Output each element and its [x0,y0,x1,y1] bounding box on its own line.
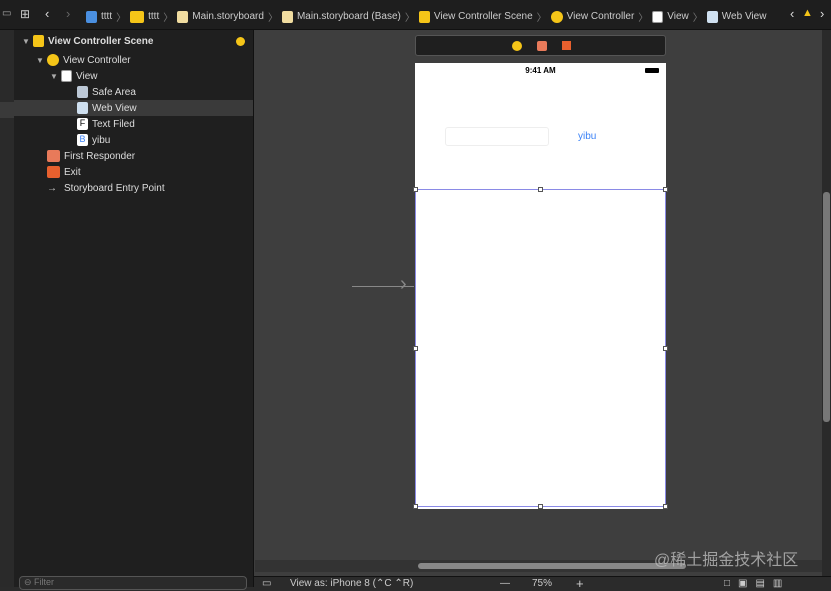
watermark: @稀土掘金技术社区 [654,552,799,569]
safe-area-icon [77,86,88,98]
outline-item-text-field[interactable]: F Text Filed [14,116,253,132]
breadcrumb-item[interactable]: View Controller [567,11,635,22]
outline-item-view-controller[interactable]: ▼ View Controller [14,52,253,68]
comment-icon[interactable]: ▭ [2,8,11,19]
next-issue-button[interactable]: › [820,6,824,21]
breadcrumb-item[interactable]: View Controller Scene [434,11,533,22]
outline-item-scene[interactable]: ▼ View Controller Scene [14,33,253,49]
resize-handle[interactable] [413,187,418,192]
breadcrumb: tttt 〉 tttt 〉 Main.storyboard 〉 Main.storyb… [86,9,766,24]
resize-handle[interactable] [413,346,418,351]
resize-handle[interactable] [538,504,543,509]
outline-label: View Controller [63,54,131,66]
arrow-right-icon: › [400,273,407,295]
outline-label: Storyboard Entry Point [64,182,165,194]
previous-issue-button[interactable]: ‹ [790,6,794,21]
layout-tools-icon[interactable]: □▣▤▥ [724,578,790,589]
folder-icon [130,10,145,23]
outline-label: Exit [64,166,81,178]
resize-handle[interactable] [413,504,418,509]
yibu-button[interactable]: yibu [578,131,596,142]
breadcrumb-item[interactable]: tttt [148,11,159,22]
filter-input[interactable]: ⊖ Filter [19,576,247,590]
vertical-scrollbar[interactable] [822,30,831,587]
filter-placeholder: Filter [34,577,55,587]
warning-icon[interactable]: ▲ [802,7,813,19]
view-icon [61,70,72,82]
zoom-in-button[interactable]: + [576,576,584,591]
scrollbar-thumb[interactable] [418,563,686,569]
zoom-out-button[interactable]: — [500,578,510,589]
view-controller-icon[interactable] [512,41,522,51]
arrow-right-icon: → [47,182,57,194]
first-responder-icon[interactable] [537,41,547,51]
outline-item-yibu[interactable]: Byibu [14,132,253,148]
outline-item-first-responder[interactable]: First Responder [14,148,253,164]
storyboard-icon [177,10,189,23]
outline-label: View Controller Scene [48,35,154,47]
battery-icon [645,68,659,73]
storyboard-canvas[interactable]: › 9:41 AM yibu @稀土掘金技术社区 [254,30,822,577]
breadcrumb-item[interactable]: Main.storyboard (Base) [297,11,401,22]
breadcrumb-item[interactable]: tttt [101,11,112,22]
web-view[interactable] [413,187,668,509]
canvas-bottom-bar: ▭ View as: iPhone 8 (⌃C ⌃R) — 75% + □▣▤▥ [254,576,831,591]
scrollbar-thumb[interactable] [823,192,830,422]
jump-bar: ▭ ⊞ ‹ › tttt 〉 tttt 〉 Main.storyboard 〉 Mai… [0,0,831,30]
outline-label: First Responder [64,150,136,162]
outline-label: Safe Area [92,86,136,98]
back-button[interactable]: ‹ [45,6,49,21]
outline-label: View [76,70,98,82]
outline-label: yibu [92,134,111,146]
left-gutter [0,30,14,587]
related-items-icon[interactable]: ⊞ [20,7,30,21]
breadcrumb-item[interactable]: View [667,11,689,22]
outline-item-exit[interactable]: Exit [14,164,253,180]
forward-button[interactable]: › [66,6,70,21]
outline-item-entry-point[interactable]: → Storyboard Entry Point [14,180,253,196]
outline-label: Text Filed [92,118,135,130]
outline-item-web-view[interactable]: Web View [14,100,253,116]
first-responder-icon [47,150,60,162]
button-icon: B [77,134,88,146]
resize-handle[interactable] [663,504,668,509]
breadcrumb-item[interactable]: Web View [722,11,767,22]
view-as-button[interactable]: View as: iPhone 8 (⌃C ⌃R) [290,578,413,589]
view-controller-icon [47,54,59,66]
view-icon [652,10,664,23]
web-view-icon [706,10,718,23]
iphone-screen: 9:41 AM yibu [413,63,668,509]
project-icon [86,10,97,23]
scene-icon [418,10,430,23]
text-field[interactable] [445,127,549,146]
exit-icon [47,166,60,178]
toggle-outline-icon[interactable]: ▭ [262,578,271,589]
scene-dock [415,35,666,56]
document-outline: ▼ View Controller Scene ▼ View Controller … [14,30,254,590]
resize-handle[interactable] [663,346,668,351]
outline-item-safe-area[interactable]: Safe Area [14,84,253,100]
resize-handle[interactable] [663,187,668,192]
scene-action-icon[interactable] [236,36,245,46]
scene-icon [33,35,44,47]
breadcrumb-item[interactable]: Main.storyboard [192,11,264,22]
text-field-icon: F [77,118,88,130]
view-controller-icon [550,10,563,23]
storyboard-icon [281,10,293,23]
web-view-icon [77,102,88,114]
outline-item-view[interactable]: ▼ View [14,68,253,84]
outline-label: Web View [92,102,137,114]
zoom-level[interactable]: 75% [532,578,552,589]
status-bar-time: 9:41 AM [525,66,556,75]
resize-handle[interactable] [538,187,543,192]
exit-icon[interactable] [562,41,571,50]
